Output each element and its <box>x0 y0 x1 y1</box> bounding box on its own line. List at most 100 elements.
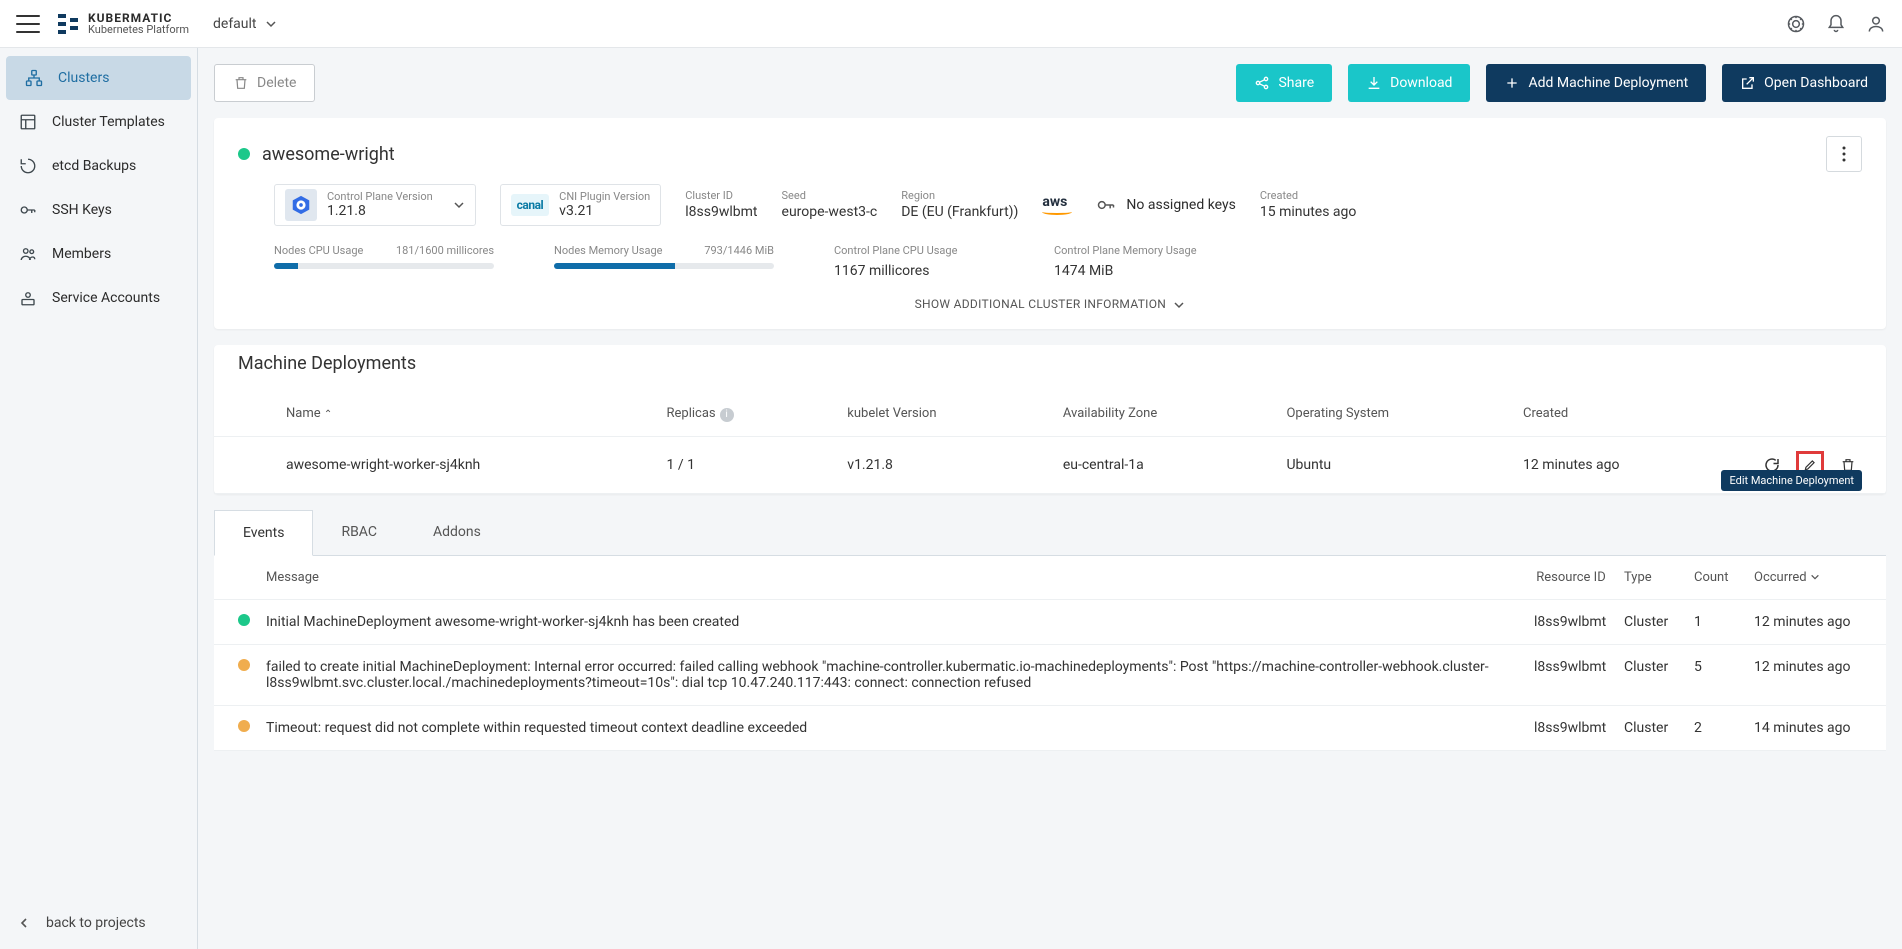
md-os: Ubuntu <box>1262 436 1499 493</box>
templates-icon <box>18 113 38 131</box>
chevron-down-icon <box>453 199 465 211</box>
cluster-created: Created 15 minutes ago <box>1260 188 1357 223</box>
cp-cpu-usage: Control Plane CPU Usage 1167 millicores <box>834 244 994 279</box>
event-count: 2 <box>1686 705 1746 750</box>
plus-icon <box>1504 75 1520 91</box>
project-name: default <box>213 16 257 32</box>
event-occurred: 12 minutes ago <box>1746 644 1886 705</box>
sidebar-item-etcd[interactable]: etcd Backups <box>0 144 197 188</box>
event-resource-id: l8ss9wlbmt <box>1526 599 1616 644</box>
event-message: Timeout: request did not complete within… <box>258 705 1526 750</box>
event-status-dot <box>238 720 250 732</box>
chevron-down-icon <box>1173 299 1185 311</box>
cluster-overview-card: awesome-wright Control Plane Version 1.2… <box>214 118 1886 329</box>
sidebar-item-label: Service Accounts <box>52 290 160 306</box>
cni-badge: canal <box>511 194 550 216</box>
key-icon <box>18 201 38 219</box>
tab-addons[interactable]: Addons <box>405 510 509 555</box>
col-occurred[interactable]: Occurred <box>1746 556 1886 600</box>
download-label: Download <box>1390 75 1452 91</box>
brand-subtitle: Kubernetes Platform <box>88 24 189 35</box>
sidebar-item-label: SSH Keys <box>52 202 112 218</box>
sidebar-item-label: Cluster Templates <box>52 114 165 130</box>
menu-toggle[interactable] <box>16 12 40 36</box>
cluster-region: Region DE (EU (Frankfurt)) <box>901 188 1018 223</box>
delete-button[interactable]: Delete <box>214 64 315 102</box>
cp-memory-usage: Control Plane Memory Usage 1474 MiB <box>1054 244 1214 279</box>
add-md-label: Add Machine Deployment <box>1528 75 1688 91</box>
event-status-dot <box>238 614 250 626</box>
col-kubelet: kubelet Version <box>823 392 1039 436</box>
share-button[interactable]: Share <box>1236 64 1332 102</box>
col-az: Availability Zone <box>1039 392 1263 436</box>
col-resource-id: Resource ID <box>1526 556 1616 600</box>
col-replicas: Replicasi <box>642 392 823 436</box>
ssh-keys-info: No assigned keys <box>1096 195 1235 215</box>
cni-version-value: v3.21 <box>559 203 650 220</box>
sidebar-item-ssh[interactable]: SSH Keys <box>0 188 197 232</box>
add-machine-deployment-button[interactable]: Add Machine Deployment <box>1486 64 1706 102</box>
download-button[interactable]: Download <box>1348 64 1470 102</box>
keys-value: No assigned keys <box>1126 197 1235 213</box>
event-count: 5 <box>1686 644 1746 705</box>
event-message: Initial MachineDeployment awesome-wright… <box>258 599 1526 644</box>
project-selector[interactable]: default <box>213 16 277 32</box>
notifications-icon[interactable] <box>1826 14 1846 34</box>
sidebar-item-label: Clusters <box>58 70 109 86</box>
download-icon <box>1366 75 1382 91</box>
sidebar-item-clusters[interactable]: Clusters <box>6 56 191 100</box>
control-plane-version-selector[interactable]: Control Plane Version 1.21.8 <box>274 184 476 226</box>
events-panel: Message Resource ID Type Count Occurred … <box>214 556 1886 751</box>
tabs: Events RBAC Addons <box>214 510 1886 556</box>
event-type: Cluster <box>1616 599 1686 644</box>
tab-events[interactable]: Events <box>214 510 313 556</box>
col-os: Operating System <box>1262 392 1499 436</box>
delete-label: Delete <box>257 75 296 91</box>
kebab-icon <box>1842 146 1846 162</box>
open-dashboard-button[interactable]: Open Dashboard <box>1722 64 1886 102</box>
sidebar-item-service-accounts[interactable]: Service Accounts <box>0 276 197 320</box>
edit-md-tooltip: Edit Machine Deployment <box>1721 470 1862 491</box>
user-icon[interactable] <box>1866 14 1886 34</box>
cp-version-value: 1.21.8 <box>327 203 433 220</box>
event-resource-id: l8ss9wlbmt <box>1526 644 1616 705</box>
nodes-cpu-usage: Nodes CPU Usage181/1600 millicores <box>274 244 494 279</box>
open-dashboard-label: Open Dashboard <box>1764 75 1868 91</box>
cluster-more-menu[interactable] <box>1826 136 1862 172</box>
event-row: Timeout: request did not complete within… <box>214 705 1886 750</box>
col-created: Created <box>1499 392 1726 436</box>
event-row: failed to create initial MachineDeployme… <box>214 644 1886 705</box>
cluster-seed: Seed europe-west3-c <box>782 188 878 223</box>
show-additional-info[interactable]: SHOW ADDITIONAL CLUSTER INFORMATION <box>214 279 1886 329</box>
col-type: Type <box>1616 556 1686 600</box>
col-message: Message <box>258 556 1526 600</box>
sidebar-item-templates[interactable]: Cluster Templates <box>0 100 197 144</box>
trash-icon <box>233 75 249 91</box>
sidebar-item-label: etcd Backups <box>52 158 136 174</box>
machine-deployments-card: Machine Deployments Name ⌃ Replicasi kub… <box>214 345 1886 494</box>
chevron-left-icon <box>18 917 30 929</box>
cluster-name: awesome-wright <box>262 144 1826 165</box>
sidebar-item-members[interactable]: Members <box>0 232 197 276</box>
md-replicas: 1 / 1 <box>642 436 823 493</box>
brand-logo-block[interactable]: KUBERMATIC Kubernetes Platform <box>56 12 189 36</box>
cluster-id: Cluster ID l8ss9wlbmt <box>685 188 757 223</box>
tab-rbac[interactable]: RBAC <box>313 510 405 555</box>
info-icon[interactable]: i <box>720 408 734 422</box>
share-label: Share <box>1278 75 1314 91</box>
md-az: eu-central-1a <box>1039 436 1263 493</box>
col-name[interactable]: Name ⌃ <box>262 392 642 436</box>
nodes-memory-usage: Nodes Memory Usage793/1446 MiB <box>554 244 774 279</box>
sidebar-item-label: Members <box>52 246 111 262</box>
chevron-down-icon <box>265 18 277 30</box>
md-row[interactable]: awesome-wright-worker-sj4knh 1 / 1 v1.21… <box>214 436 1886 493</box>
back-to-projects[interactable]: back to projects <box>0 897 197 949</box>
md-name: awesome-wright-worker-sj4knh <box>262 436 642 493</box>
backup-icon <box>18 157 38 175</box>
status-dot-healthy <box>238 148 250 160</box>
event-message: failed to create initial MachineDeployme… <box>258 644 1526 705</box>
event-type: Cluster <box>1616 705 1686 750</box>
help-icon[interactable] <box>1786 14 1806 34</box>
cp-version-label: Control Plane Version <box>327 190 433 203</box>
provider-badge-aws: aws <box>1042 195 1072 215</box>
